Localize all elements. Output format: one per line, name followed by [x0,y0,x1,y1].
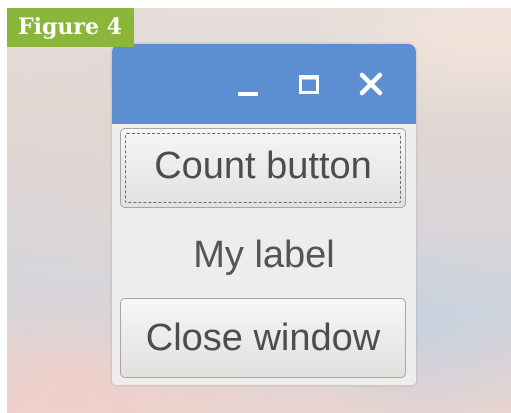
maximize-button[interactable] [292,66,326,102]
minimize-icon [238,92,258,96]
close-button[interactable] [354,66,388,102]
window-content: Count button My label Close window [112,124,416,385]
close-window-button-label: Close window [145,317,381,359]
count-button[interactable]: Count button [120,128,406,208]
count-button-label: Count button [154,145,372,187]
close-icon [359,72,383,96]
figure-label-badge: Figure 4 [7,8,134,47]
minimize-button[interactable] [231,66,265,102]
my-label: My label [193,234,335,276]
app-window: Count button My label Close window [112,44,416,385]
maximize-icon [299,75,319,94]
close-window-button[interactable]: Close window [120,298,406,378]
window-titlebar[interactable] [112,44,416,124]
